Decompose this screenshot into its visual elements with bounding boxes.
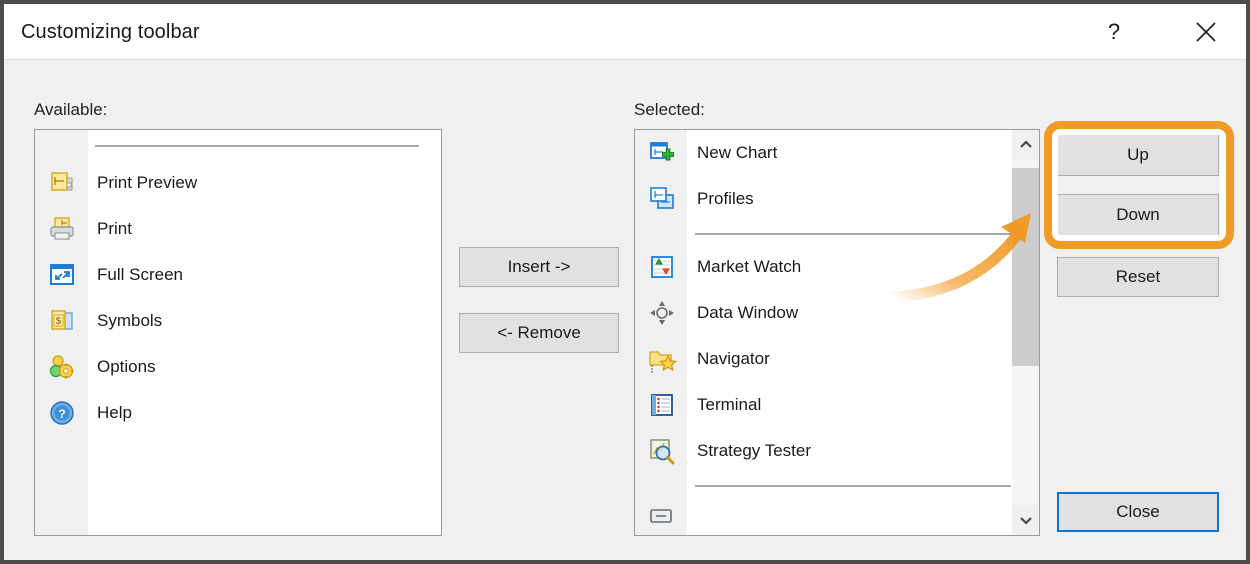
selected-listbox[interactable]: New Chart Profiles Market Watch Data Win…: [634, 129, 1040, 536]
scroll-up-button[interactable]: [1012, 130, 1039, 160]
scrollbar-thumb[interactable]: [1012, 168, 1039, 366]
list-item-label: Market Watch: [697, 257, 802, 276]
new-chart-icon: [635, 130, 688, 176]
help-icon: ?: [35, 390, 88, 436]
selected-label: Selected:: [634, 100, 705, 119]
list-item[interactable]: Terminal: [635, 382, 1039, 428]
list-item[interactable]: Profiles: [635, 176, 1039, 222]
list-item-label: Navigator: [697, 349, 770, 368]
list-item[interactable]: New Chart: [635, 130, 1039, 176]
partial-icon: [635, 496, 688, 535]
list-item[interactable]: Print: [35, 206, 441, 252]
available-listbox[interactable]: Print Preview Print Full Screen $ Symbol…: [34, 129, 442, 536]
list-item[interactable]: $ Symbols: [35, 298, 441, 344]
svg-text:$: $: [55, 316, 61, 327]
close-dialog-button[interactable]: Close: [1057, 492, 1219, 532]
insert-button[interactable]: Insert ->: [459, 247, 619, 287]
list-item-label: Full Screen: [97, 265, 183, 284]
available-label: Available:: [34, 100, 108, 119]
move-down-button[interactable]: Down: [1057, 194, 1219, 236]
customizing-toolbar-dialog: Customizing toolbar ? Available: Selecte…: [3, 3, 1247, 561]
scrollbar-track[interactable]: [1012, 160, 1039, 505]
symbols-icon: $: [35, 298, 88, 344]
list-item[interactable]: Full Screen: [35, 252, 441, 298]
list-item-label: New Chart: [697, 143, 778, 162]
close-icon: [1175, 4, 1237, 59]
remove-button[interactable]: <- Remove: [459, 313, 619, 353]
screenshot-root: Customizing toolbar ? Available: Selecte…: [0, 0, 1250, 564]
data-window-icon: [635, 290, 688, 336]
print-preview-icon: [35, 160, 88, 206]
selected-list-rows: New Chart Profiles Market Watch Data Win…: [635, 130, 1039, 535]
list-item[interactable]: Market Watch: [635, 244, 1039, 290]
list-item-label: Strategy Tester: [697, 441, 812, 460]
list-separator: [635, 222, 1039, 244]
svg-text:?: ?: [58, 407, 65, 421]
list-item-label: Help: [97, 403, 132, 422]
list-item[interactable]: Print Preview: [35, 160, 441, 206]
terminal-icon: [635, 382, 688, 428]
strategy-tester-icon: [635, 428, 688, 474]
profiles-icon: [635, 176, 688, 222]
options-icon: [35, 344, 88, 390]
market-watch-icon: [635, 244, 688, 290]
full-screen-icon: [35, 252, 88, 298]
reset-button[interactable]: Reset: [1057, 257, 1219, 297]
question-mark-icon: ?: [1107, 18, 1121, 44]
available-list-rows: Print Preview Print Full Screen $ Symbol…: [35, 130, 441, 535]
help-titlebar-button[interactable]: ?: [1083, 4, 1145, 59]
list-item[interactable]: Data Window: [635, 290, 1039, 336]
list-separator: [35, 130, 441, 160]
list-item-label: Profiles: [697, 189, 754, 208]
scroll-down-button[interactable]: [1012, 505, 1039, 535]
list-item-label: Options: [97, 357, 156, 376]
print-icon: [35, 206, 88, 252]
selected-list-scrollbar[interactable]: [1011, 130, 1039, 535]
list-item-label: Symbols: [97, 311, 163, 330]
list-item-label: Terminal: [697, 395, 762, 414]
list-item[interactable]: Options: [35, 344, 441, 390]
list-separator: [635, 474, 1039, 496]
list-item-partial[interactable]: [635, 496, 1039, 535]
window-title: Customizing toolbar: [21, 21, 200, 43]
list-item-label: Data Window: [697, 303, 799, 322]
close-window-button[interactable]: [1175, 4, 1237, 59]
list-item[interactable]: ? Help: [35, 390, 441, 436]
move-up-button[interactable]: Up: [1057, 134, 1219, 176]
navigator-icon: [635, 336, 688, 382]
list-item-label: Print Preview: [97, 173, 198, 192]
list-item[interactable]: Navigator: [635, 336, 1039, 382]
title-bar: Customizing toolbar ?: [4, 4, 1246, 60]
list-item[interactable]: Strategy Tester: [635, 428, 1039, 474]
list-item-label: Print: [97, 219, 132, 238]
